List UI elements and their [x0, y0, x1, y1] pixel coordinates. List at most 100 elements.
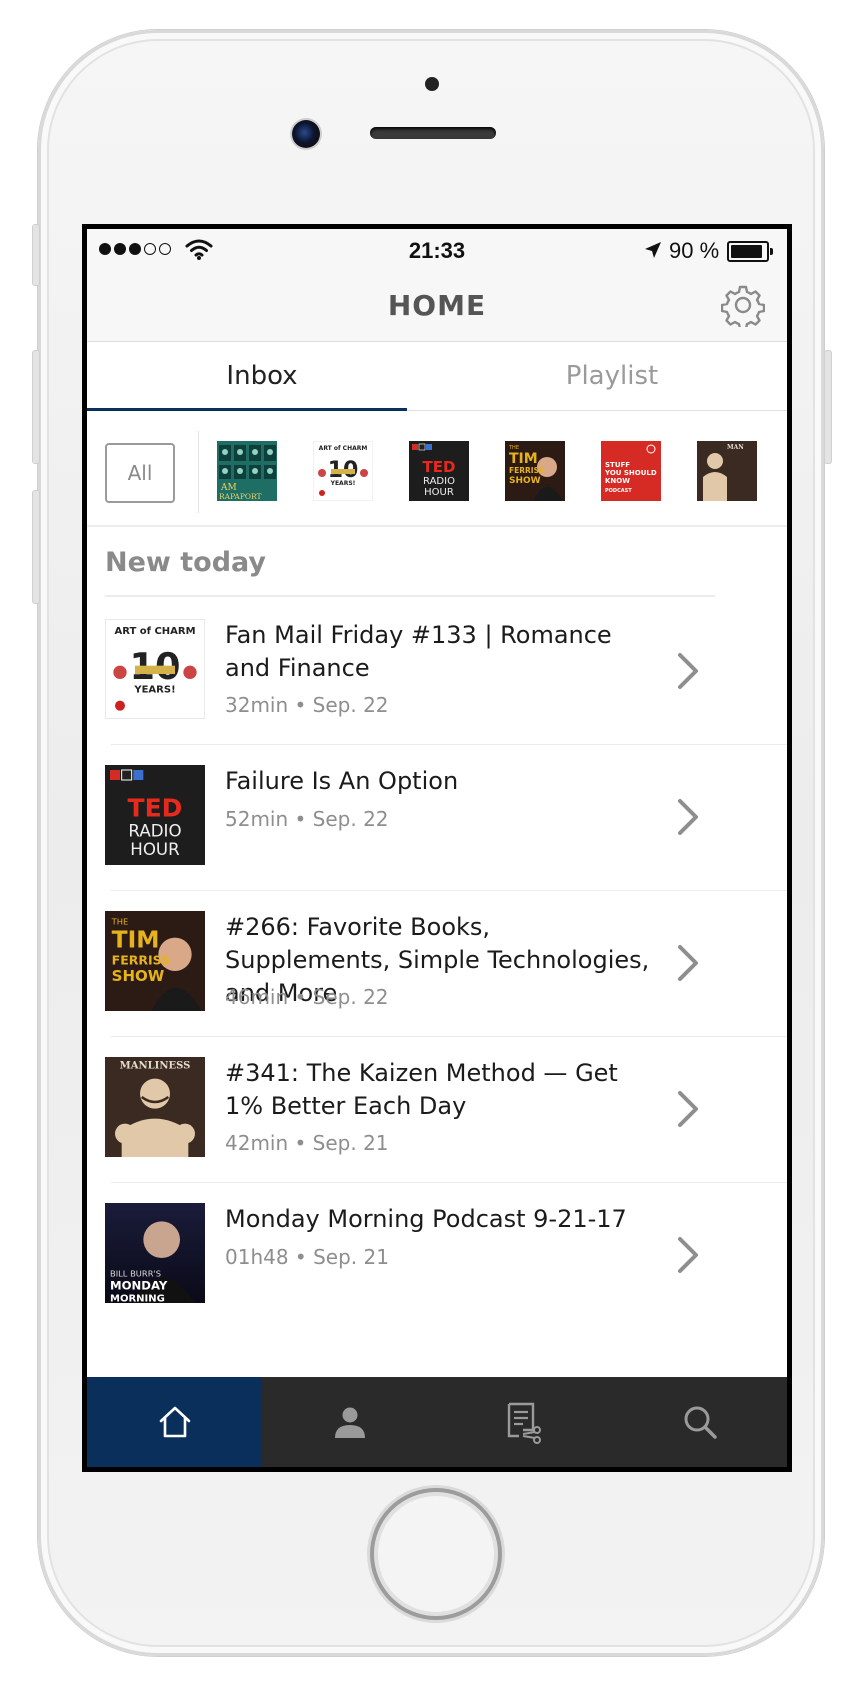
section-divider [105, 595, 715, 597]
episode-row[interactable]: TIM FERRISS SHOW THE #266: Favorite Book… [87, 891, 787, 1037]
svg-text:ART of CHARM: ART of CHARM [319, 445, 368, 452]
svg-text:BILL BURR'S: BILL BURR'S [110, 1268, 161, 1278]
app-header: HOME [87, 273, 787, 342]
tab-inbox-label: Inbox [226, 361, 298, 391]
nav-home[interactable] [87, 1377, 262, 1467]
chevron-right-icon [678, 799, 698, 835]
volume-up-button [32, 350, 40, 464]
tab-inbox[interactable]: Inbox [87, 342, 437, 411]
mute-switch [32, 224, 40, 286]
gear-icon[interactable] [721, 283, 765, 327]
podcast-filter-rapaport[interactable]: AM RAPAPORT [217, 441, 277, 501]
art-of-manliness-cover: MAN [697, 441, 757, 501]
episode-meta: 52min • Sep. 22 [225, 807, 389, 831]
tab-bar: Inbox Playlist [87, 342, 787, 411]
power-button [824, 350, 832, 464]
nav-profile[interactable] [262, 1377, 437, 1467]
svg-text:YOU SHOULD: YOU SHOULD [604, 469, 657, 477]
svg-text:RADIO: RADIO [128, 822, 181, 841]
svg-text:THE: THE [508, 445, 519, 451]
episode-meta: 01h48 • Sep. 21 [225, 1245, 389, 1269]
episode-meta: 42min • Sep. 21 [225, 1131, 389, 1155]
proximity-sensor [425, 77, 439, 91]
episode-artwork: TIM FERRISS SHOW THE [105, 911, 205, 1011]
svg-text:PODCAST: PODCAST [605, 488, 632, 494]
chevron-right-icon [678, 1091, 698, 1127]
podcast-filter-art-of-manliness[interactable]: MAN [697, 441, 757, 501]
nav-search[interactable] [612, 1377, 787, 1467]
playlist-edit-icon [507, 1402, 541, 1444]
episode-row[interactable]: MANLINESS #341: The Kaizen Method — Get … [87, 1037, 787, 1183]
svg-text:HOUR: HOUR [130, 840, 180, 859]
svg-text:ART of CHARM: ART of CHARM [114, 626, 195, 637]
episode-row[interactable]: ART of CHARM 10 YEARS! Fan Mail Friday #… [87, 599, 787, 745]
podcast-filter-stuff-you-should-know[interactable]: STUFF YOU SHOULD KNOW PODCAST [601, 441, 661, 501]
bottom-navigation [87, 1377, 787, 1467]
episode-artwork: ART of CHARM 10 YEARS! [105, 619, 205, 719]
front-camera [292, 120, 320, 148]
podcast-filter-bar: All AM RAPAPORT ART of CHARM 10 YEARS! [87, 411, 787, 527]
svg-text:TED: TED [128, 794, 183, 823]
episode-artwork: TED RADIO HOUR [105, 765, 205, 865]
svg-text:HOUR: HOUR [424, 487, 454, 498]
profile-icon [334, 1407, 365, 1438]
svg-text:MANLINESS: MANLINESS [120, 1061, 191, 1072]
page-title: HOME [387, 289, 487, 322]
chevron-right-icon [678, 945, 698, 981]
rapaport-cover-text-2: RAPAPORT [219, 492, 262, 501]
earpiece-speaker [370, 127, 496, 139]
tab-playlist[interactable]: Playlist [437, 342, 787, 410]
svg-text:MORNING: MORNING [110, 1293, 165, 1303]
stuff-you-should-know-cover: STUFF YOU SHOULD KNOW PODCAST [601, 441, 661, 501]
podcast-filter-art-of-charm[interactable]: ART of CHARM 10 YEARS! [313, 441, 373, 501]
section-title: New today [105, 547, 267, 578]
episode-title: Fan Mail Friday #133 | Romance and Finan… [225, 621, 612, 682]
home-icon [159, 1406, 190, 1438]
podcast-filter-tim-ferriss[interactable]: TIM FERRISS SHOW THE [505, 441, 565, 501]
bill-burr-monday-morning-cover: BILL BURR'S MONDAY MORNING [105, 1203, 205, 1303]
ted-radio-hour-cover: TED RADIO HOUR [409, 441, 469, 501]
episode-meta: 32min • Sep. 22 [225, 693, 389, 717]
tab-playlist-label: Playlist [565, 361, 659, 391]
location-arrow-icon [645, 242, 661, 258]
svg-text:THE: THE [111, 916, 129, 926]
episode-meta: 46min • Sep. 22 [225, 985, 389, 1009]
search-icon [684, 1406, 717, 1439]
episode-row[interactable]: TED RADIO HOUR Failure Is An Option 52mi… [87, 745, 787, 891]
battery-percent: 90 % [669, 238, 720, 263]
tim-ferriss-show-cover: TIM FERRISS SHOW THE [505, 441, 565, 501]
svg-text:SHOW: SHOW [509, 476, 541, 486]
status-bar: 21:33 90 % [87, 229, 787, 273]
art-of-manliness-cover: MANLINESS [105, 1057, 205, 1157]
nav-playlist[interactable] [437, 1377, 612, 1467]
svg-text:TIM: TIM [112, 926, 160, 954]
all-podcasts-filter-button[interactable]: All [105, 443, 175, 503]
svg-text:KNOW: KNOW [605, 477, 630, 485]
battery-icon [727, 241, 773, 262]
svg-text:RADIO: RADIO [423, 476, 455, 487]
episode-title: Monday Morning Podcast 9-21-17 [225, 1205, 627, 1233]
svg-text:YEARS!: YEARS! [330, 480, 356, 487]
podcast-filter-ted-radio-hour[interactable]: TED RADIO HOUR [409, 441, 469, 501]
chevron-right-icon [678, 1237, 698, 1273]
episode-artwork: MANLINESS [105, 1057, 205, 1157]
svg-text:FERRISS: FERRISS [509, 466, 544, 475]
svg-text:STUFF: STUFF [605, 461, 630, 469]
ted-radio-hour-cover: TED RADIO HOUR [105, 765, 205, 865]
app-screen: 21:33 90 % HOME Inbox Playlist All AM RA… [82, 224, 792, 1472]
art-of-charm-cover: ART of CHARM 10 YEARS! [313, 441, 373, 501]
art-of-charm-cover: ART of CHARM 10 YEARS! [105, 619, 205, 719]
i-am-rapaport-cover: AM RAPAPORT [217, 441, 277, 501]
svg-text:FERRISS: FERRISS [112, 952, 170, 967]
home-button[interactable] [370, 1488, 502, 1620]
episode-artwork: BILL BURR'S MONDAY MORNING [105, 1203, 205, 1303]
chevron-right-icon [678, 653, 698, 689]
episode-row[interactable]: BILL BURR'S MONDAY MORNING Monday Mornin… [87, 1183, 787, 1329]
svg-text:TED: TED [423, 458, 456, 476]
volume-down-button [32, 490, 40, 604]
svg-text:MONDAY: MONDAY [110, 1279, 168, 1293]
svg-text:YEARS!: YEARS! [133, 684, 175, 695]
filter-divider [198, 431, 199, 513]
episode-title: #341: The Kaizen Method — Get 1% Better … [225, 1059, 618, 1120]
svg-text:SHOW: SHOW [112, 967, 165, 985]
